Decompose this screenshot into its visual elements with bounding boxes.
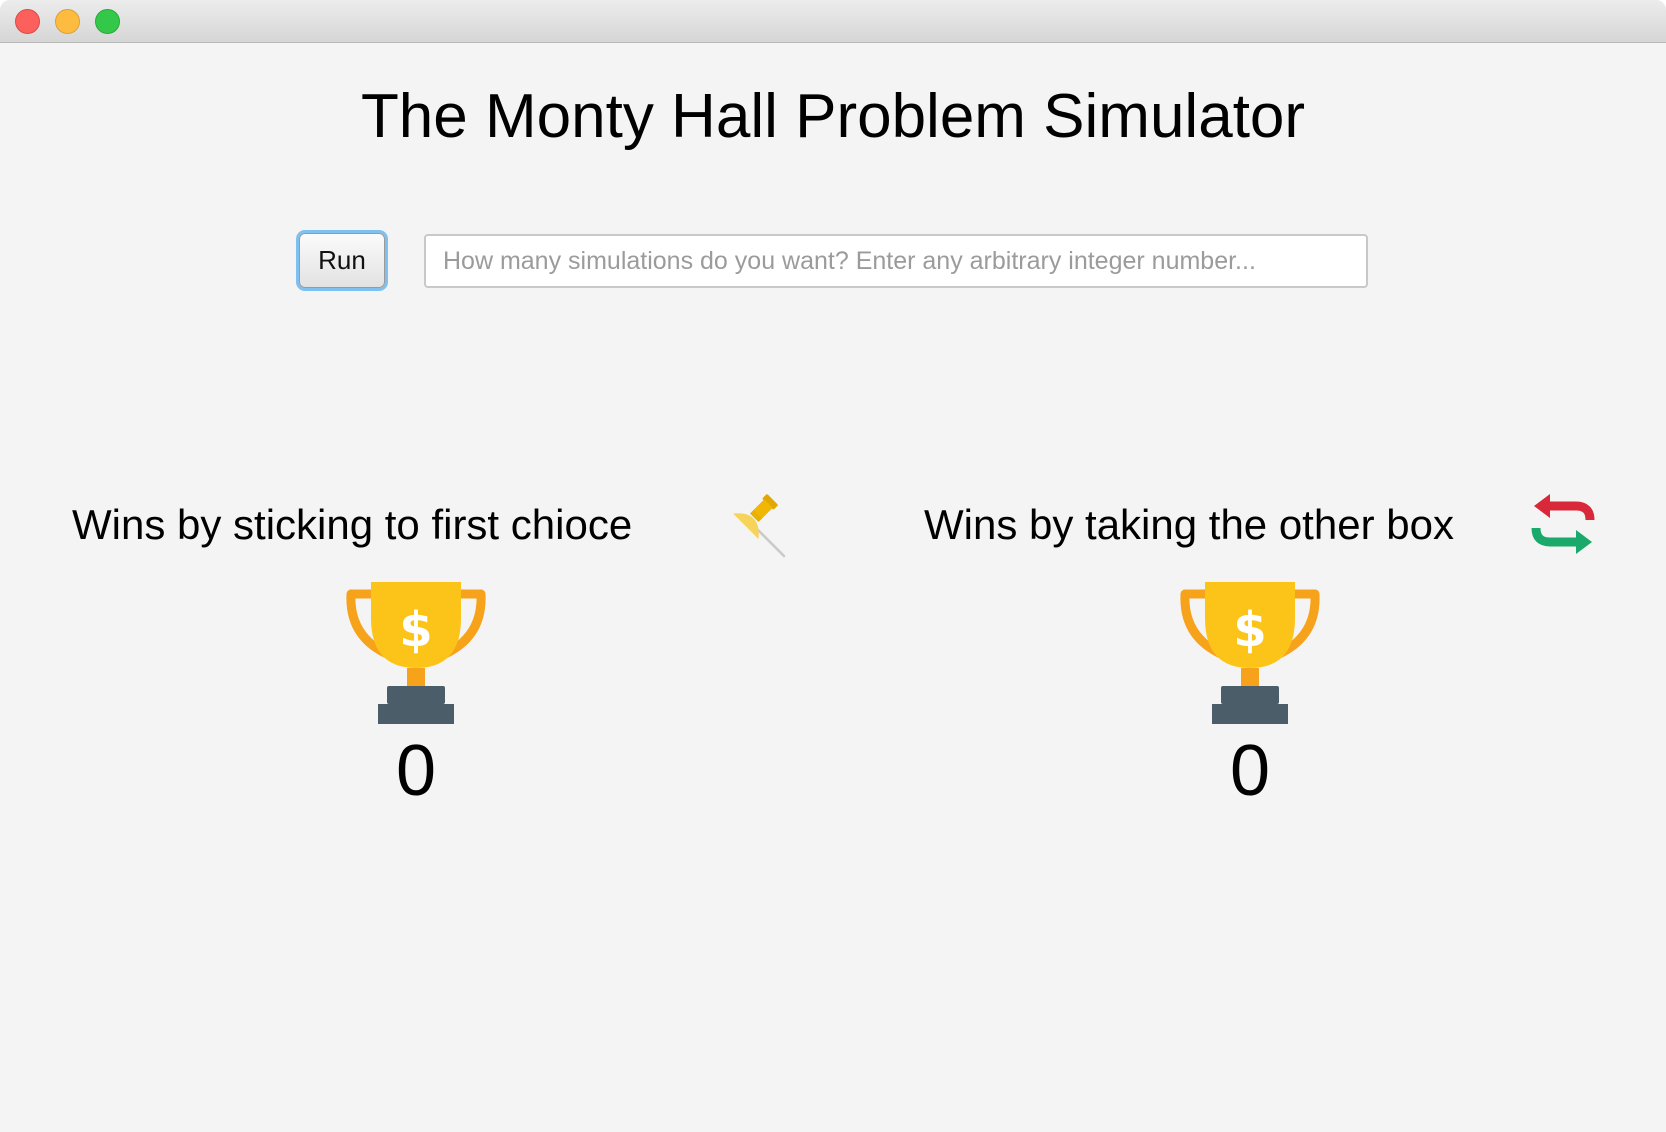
trophy-dollar-icon: $ <box>1177 580 1323 726</box>
switch-wins-label: Wins by taking the other box <box>924 501 1454 548</box>
title-bar <box>0 0 1666 43</box>
zoom-window-button[interactable] <box>95 9 120 34</box>
run-button[interactable]: Run <box>299 233 385 288</box>
simulations-input[interactable] <box>424 234 1368 288</box>
svg-text:$: $ <box>399 602 432 658</box>
trophy-dollar-icon: $ <box>343 580 489 726</box>
switch-wins-count: 0 <box>1229 731 1271 811</box>
app-window: The Monty Hall Problem Simulator Run Win… <box>0 0 1666 1132</box>
svg-text:$: $ <box>1233 602 1266 658</box>
page-title: The Monty Hall Problem Simulator <box>360 82 1306 151</box>
minimize-window-button[interactable] <box>55 9 80 34</box>
stick-wins-count: 0 <box>395 731 437 811</box>
close-window-button[interactable] <box>15 9 40 34</box>
pushpin-icon <box>720 492 786 558</box>
stick-wins-label: Wins by sticking to first chioce <box>72 501 633 548</box>
swap-arrows-icon <box>1530 492 1596 558</box>
